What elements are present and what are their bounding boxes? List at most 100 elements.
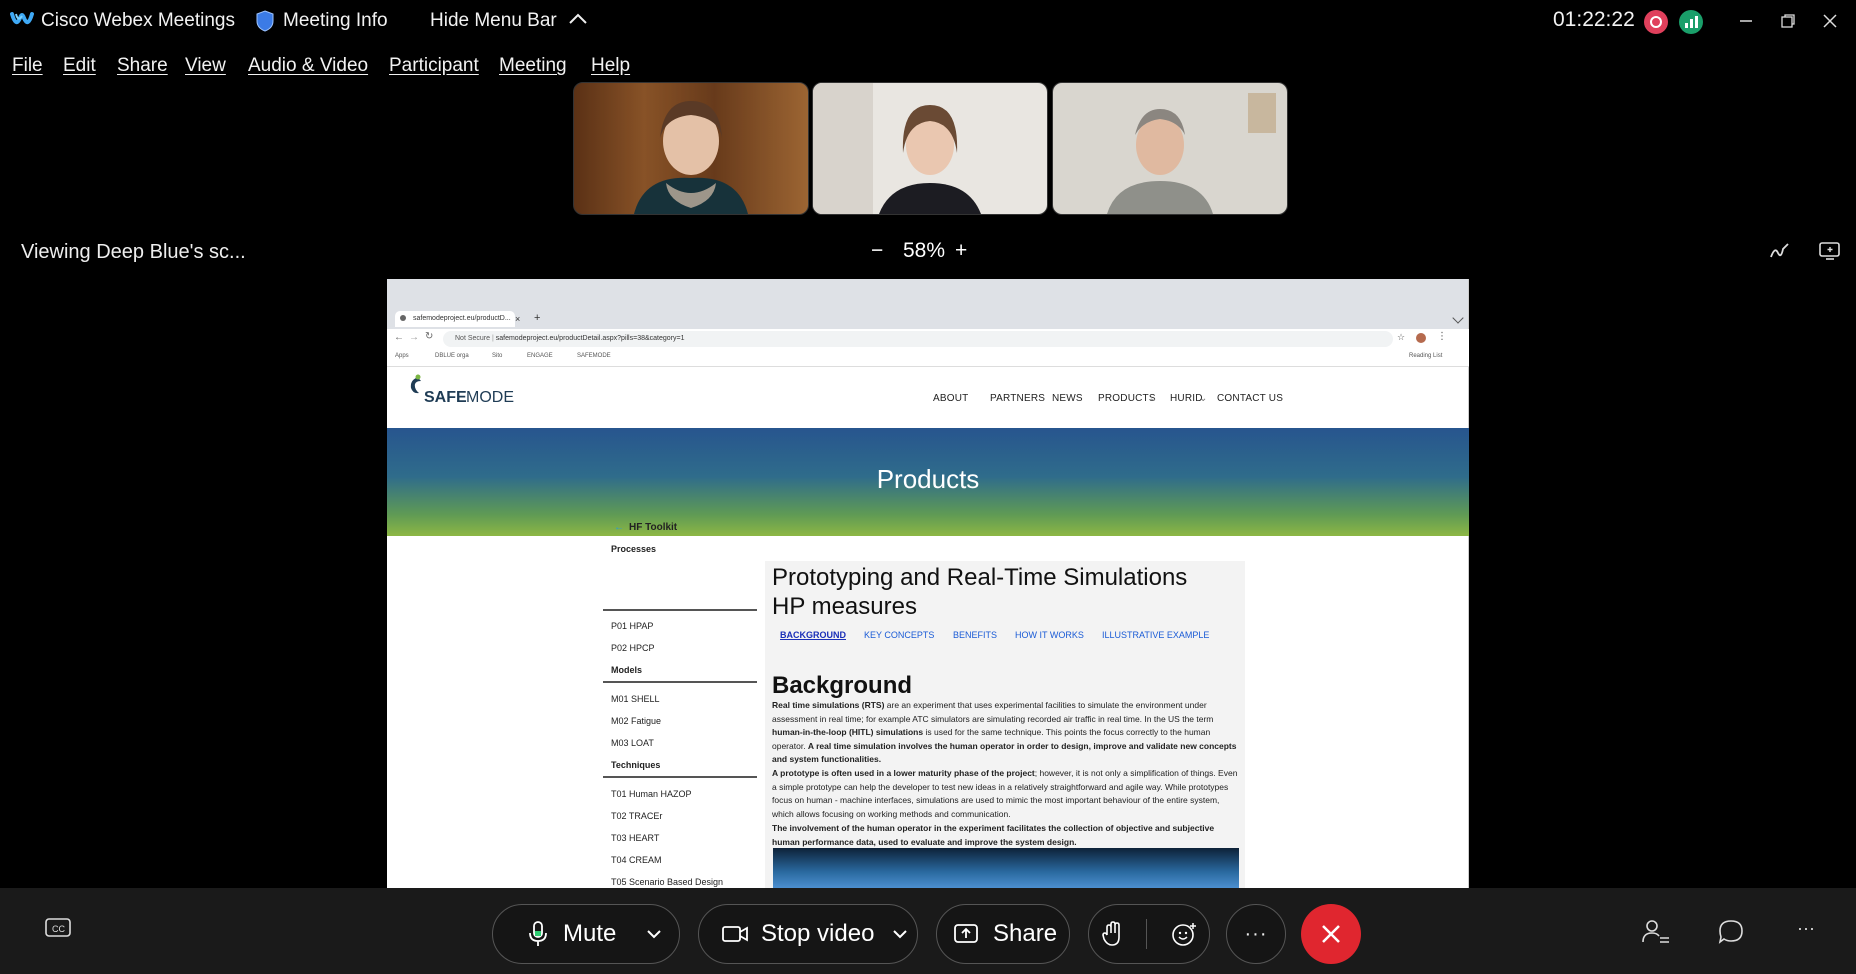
- sidebar-item-p01[interactable]: P01 HPAP: [611, 621, 653, 631]
- share-label: Share: [993, 920, 1058, 947]
- tab-close-icon[interactable]: ×: [515, 314, 520, 324]
- menu-meeting[interactable]: Meeting: [499, 55, 567, 77]
- nav-about[interactable]: ABOUT: [933, 393, 968, 404]
- sidebar-back-hf-toolkit[interactable]: HF Toolkit: [629, 522, 677, 533]
- menu-edit[interactable]: Edit: [63, 55, 96, 77]
- menu-help[interactable]: Help: [591, 55, 630, 77]
- network-stats-icon[interactable]: [1679, 10, 1703, 40]
- more-options-label: ···: [1244, 922, 1268, 945]
- mute-button[interactable]: Mute: [492, 904, 680, 964]
- nav-news[interactable]: NEWS: [1052, 393, 1083, 404]
- profile-avatar[interactable]: [1416, 333, 1426, 343]
- subnav-benefits[interactable]: BENEFITS: [953, 630, 997, 640]
- menu-view[interactable]: View: [185, 55, 226, 77]
- emoji-reaction-icon[interactable]: [1171, 921, 1197, 947]
- viewing-label: Viewing Deep Blue's sc...: [21, 241, 246, 263]
- menu-participant[interactable]: Participant: [389, 55, 479, 77]
- bookmark-safemode[interactable]: SAFEMODE: [577, 353, 611, 359]
- zoom-level: 58%: [903, 239, 946, 262]
- nav-hurid[interactable]: HURID: [1170, 393, 1203, 404]
- chevron-up-icon: [569, 13, 587, 24]
- menu-file[interactable]: File: [12, 55, 43, 77]
- address-bar[interactable]: Not Secure | safemodeproject.eu/productD…: [443, 331, 1393, 347]
- reactions-group: [1088, 904, 1210, 964]
- reading-list[interactable]: Reading List: [1409, 353, 1442, 359]
- chevron-down-icon[interactable]: [646, 929, 662, 939]
- sidebar-item-m03[interactable]: M03 LOAT: [611, 738, 654, 748]
- section-title: Background: [772, 672, 913, 699]
- sidebar-item-t04[interactable]: T04 CREAM: [611, 855, 662, 865]
- zoom-in-button[interactable]: +: [955, 239, 967, 263]
- logo-mode[interactable]: MODE: [466, 389, 514, 407]
- sidebar-heading-processes: Processes: [611, 544, 657, 554]
- nav-contact[interactable]: CONTACT US: [1217, 393, 1283, 404]
- close-window-icon[interactable]: [1812, 6, 1848, 36]
- back-arrow-icon[interactable]: ←: [394, 332, 404, 343]
- participant-video-2[interactable]: [812, 82, 1048, 215]
- app-title: Cisco Webex Meetings: [41, 10, 235, 31]
- bookmark-apps[interactable]: Apps: [395, 353, 409, 359]
- bookmark-engage[interactable]: ENGAGE: [527, 353, 553, 359]
- chat-icon[interactable]: [1717, 918, 1745, 946]
- more-panels-button[interactable]: ···: [1797, 918, 1815, 939]
- reload-icon[interactable]: ↻: [425, 331, 433, 342]
- more-options-button[interactable]: ···: [1226, 904, 1286, 964]
- screen-options-icon[interactable]: [1818, 240, 1842, 267]
- closed-captions-icon[interactable]: CC: [44, 917, 72, 941]
- minimize-icon[interactable]: [1728, 6, 1764, 36]
- share-button[interactable]: Share: [936, 904, 1070, 964]
- stop-video-button[interactable]: Stop video: [698, 904, 918, 964]
- hide-menu-bar-button[interactable]: Hide Menu Bar: [430, 10, 588, 32]
- menu-bar: File Edit Share View Audio & Video Parti…: [0, 52, 1856, 82]
- chevron-down-icon[interactable]: ⌄: [1149, 393, 1158, 404]
- sidebar-item-p02[interactable]: P02 HPCP: [611, 643, 655, 653]
- meeting-info-button[interactable]: Meeting Info: [283, 10, 388, 32]
- hide-menu-bar-label: Hide Menu Bar: [430, 10, 557, 31]
- logo-safe[interactable]: SAFE: [424, 389, 467, 407]
- browser-tab[interactable]: safemodeproject.eu/productD...: [395, 311, 515, 327]
- url-text: safemodeproject.eu/productDetail.aspx?pi…: [495, 335, 685, 342]
- subnav-background[interactable]: BACKGROUND: [780, 630, 846, 640]
- microphone-icon: [527, 920, 549, 948]
- sidebar-item-t05[interactable]: T05 Scenario Based Design: [611, 877, 723, 887]
- participant-video-1[interactable]: [573, 82, 809, 215]
- mute-label: Mute: [563, 920, 617, 947]
- sidebar-item-t03[interactable]: T03 HEART: [611, 833, 659, 843]
- sidebar-item-m01[interactable]: M01 SHELL: [611, 694, 660, 704]
- participants-icon[interactable]: [1641, 918, 1671, 946]
- paragraph-3: The involvement of the human operator in…: [772, 823, 1215, 847]
- new-tab-button[interactable]: +: [534, 312, 540, 324]
- raise-hand-icon[interactable]: [1101, 921, 1123, 947]
- nav-partners[interactable]: PARTNERS: [990, 393, 1045, 404]
- para2-bold-1: A prototype is often used in a lower mat…: [772, 768, 1035, 778]
- sidebar-heading-techniques: Techniques: [611, 760, 661, 770]
- menu-share[interactable]: Share: [117, 55, 168, 77]
- restore-icon[interactable]: [1770, 6, 1806, 36]
- nav-products[interactable]: PRODUCTS: [1098, 393, 1156, 404]
- sidebar-item-t02[interactable]: T02 TRACEr: [611, 811, 662, 821]
- svg-text:CC: CC: [52, 924, 65, 934]
- subnav-key-concepts[interactable]: KEY CONCEPTS: [864, 630, 934, 640]
- sidebar-item-t01[interactable]: T01 Human HAZOP: [611, 789, 692, 799]
- zoom-out-button[interactable]: −: [871, 239, 883, 263]
- annotate-icon[interactable]: [1769, 240, 1791, 267]
- close-icon: [1320, 923, 1342, 945]
- bookmark-dblue[interactable]: DBLUE orga: [435, 353, 469, 359]
- bookmark-star-icon[interactable]: ☆: [1397, 332, 1405, 343]
- chevron-down-icon[interactable]: ⌄: [1199, 393, 1208, 404]
- chevron-down-icon[interactable]: [892, 929, 908, 939]
- shield-icon[interactable]: [256, 10, 274, 38]
- meeting-controls-bar: [0, 888, 1856, 974]
- participant-video-3[interactable]: [1052, 82, 1288, 215]
- subnav-how-it-works[interactable]: HOW IT WORKS: [1015, 630, 1084, 640]
- menu-audio-video[interactable]: Audio & Video: [248, 55, 368, 77]
- leave-meeting-button[interactable]: [1301, 904, 1361, 964]
- meeting-timer: 01:22:22: [1553, 8, 1635, 31]
- subnav-illustrative-example[interactable]: ILLUSTRATIVE EXAMPLE: [1102, 630, 1209, 640]
- record-icon[interactable]: [1644, 10, 1668, 40]
- shared-screen[interactable]: safemodeproject.eu/productD... × + ← → ↻…: [387, 279, 1469, 888]
- browser-menu-icon[interactable]: ⋮: [1437, 331, 1447, 342]
- sidebar-item-m02[interactable]: M02 Fatigue: [611, 716, 661, 726]
- bookmark-sito[interactable]: Sito: [492, 353, 502, 359]
- back-arrow-icon[interactable]: ←: [614, 522, 624, 533]
